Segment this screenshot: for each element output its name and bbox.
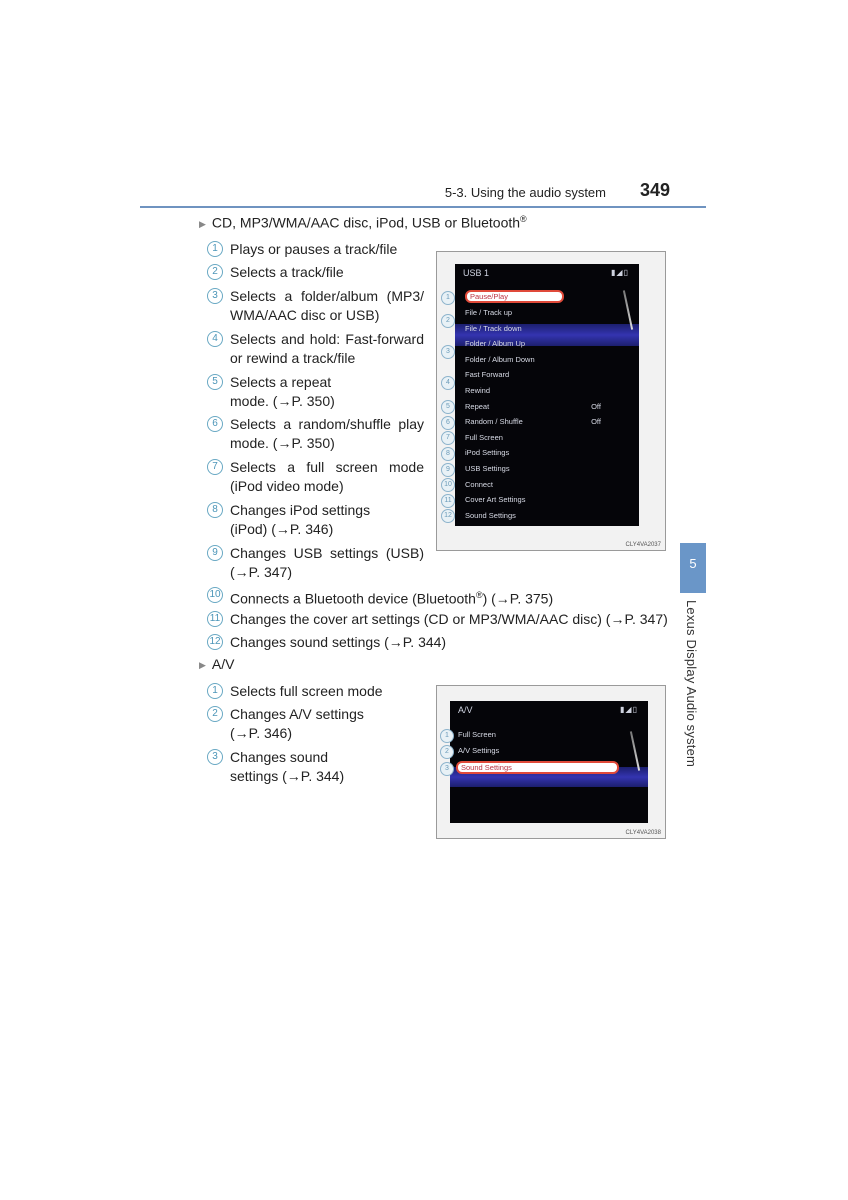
page-number: 349 — [639, 180, 670, 200]
callout-marker: 12 — [441, 509, 455, 523]
row-label: Random / Shuffle — [465, 417, 523, 426]
callout-marker: 3 — [441, 345, 455, 359]
item-text: Selects full screen mode — [230, 683, 383, 699]
item-text: Selects a folder/album (MP3/ WMA/AAC dis… — [230, 288, 424, 323]
item-text: Selects a track/file — [230, 264, 344, 280]
menu-item-ipod-settings[interactable]: iPod Settings — [465, 445, 509, 460]
heading-text: A/V — [211, 656, 235, 672]
av-screen: A/V ▮◢▯ Full Screen A/V Settings Sound S… — [450, 701, 648, 823]
callout-marker: 7 — [441, 431, 455, 445]
figure-code: CLY4VA2037 — [625, 542, 661, 548]
menu-item-folder-down[interactable]: Folder / Album Down — [465, 352, 535, 367]
menu-item-rewind[interactable]: Rewind — [465, 383, 490, 398]
item-text: Changes A/V settings (→P. 346) — [230, 706, 364, 741]
item-text: Changes USB settings (USB) (→P. 347) — [230, 545, 424, 580]
menu-item-full-screen[interactable]: Full Screen — [458, 727, 496, 742]
callout-marker: 10 — [441, 478, 455, 492]
item-text-a: Connects a Bluetooth device (Bluetooth — [230, 590, 476, 607]
circled-number: 12 — [207, 634, 223, 650]
callout-marker: 2 — [441, 314, 455, 328]
menu-item-pause-play[interactable]: Pause/Play — [465, 290, 564, 303]
circled-number: 1 — [207, 683, 223, 699]
circled-number: 2 — [207, 706, 223, 722]
circled-number: 5 — [207, 374, 223, 390]
item-text: Selects a random/shuffle play mode. (→P.… — [230, 416, 424, 451]
callout-marker: 6 — [441, 416, 455, 430]
screen-title: A/V — [458, 705, 473, 715]
item-text: Connects a Bluetooth device (Bluetooth®)… — [230, 586, 680, 609]
screen-title: USB 1 — [463, 268, 490, 278]
callout-marker: 2 — [440, 745, 454, 759]
menu-item-connect[interactable]: Connect — [465, 477, 493, 492]
figure-code: CLY4VA2038 — [625, 830, 661, 836]
circled-number: 8 — [207, 502, 223, 518]
menu-item-sound-settings[interactable]: Sound Settings — [456, 761, 619, 774]
item-text: Changes the cover art settings (CD or MP… — [230, 611, 668, 627]
header-divider — [140, 206, 706, 208]
usb-screen-figure: USB 1 ▮◢▯ Pause/Play File / Track up Fil… — [436, 251, 666, 551]
circled-number: 3 — [207, 749, 223, 765]
av-screen-figure: A/V ▮◢▯ Full Screen A/V Settings Sound S… — [436, 685, 666, 839]
section-heading-media: ▶ CD, MP3/WMA/AAC disc, iPod, USB or Blue… — [199, 214, 527, 231]
item-text: Selects and hold: Fast-forward or rewind… — [230, 331, 424, 366]
circled-number: 7 — [207, 459, 223, 475]
circled-number: 6 — [207, 416, 223, 432]
audio-screen: USB 1 ▮◢▯ Pause/Play File / Track up Fil… — [455, 264, 639, 526]
item-text: Changes iPod settings (iPod) (→P. 346) — [230, 502, 371, 537]
callout-marker: 4 — [441, 376, 455, 390]
menu-item-fast-forward[interactable]: Fast Forward — [465, 367, 509, 382]
chapter-title: Lexus Display Audio system — [684, 600, 699, 768]
section-title: 5-3. Using the audio system — [444, 185, 606, 200]
callout-marker: 1 — [440, 729, 454, 743]
item-text: Plays or pauses a track/file — [230, 241, 398, 257]
callout-marker: 11 — [441, 494, 455, 508]
callout-marker: 8 — [441, 447, 455, 461]
triangle-bullet-icon: ▶ — [199, 218, 206, 229]
heading-text: CD, MP3/WMA/AAC disc, iPod, USB or Bluet… — [211, 214, 521, 231]
chapter-tab: 5 — [680, 543, 706, 593]
item-text: Changes sound settings (→P. 344) — [230, 749, 345, 784]
circled-number: 4 — [207, 331, 223, 347]
status-icons: ▮◢▯ — [611, 268, 629, 277]
circled-number: 3 — [207, 288, 223, 304]
item-text: Changes sound settings (→P. 344) — [230, 634, 447, 650]
menu-item-random[interactable]: Random / Shuffle Off — [465, 414, 635, 429]
item-text-b: ) (→P. 375) — [482, 590, 554, 607]
circled-number: 10 — [207, 587, 223, 603]
item-text: Selects a full screen mode (iPod video m… — [230, 459, 424, 494]
menu-item-cover-art[interactable]: Cover Art Settings — [465, 492, 525, 507]
registered-mark: ® — [520, 214, 527, 224]
row-label: Repeat — [465, 402, 490, 411]
circled-number: 1 — [207, 241, 223, 257]
triangle-bullet-icon: ▶ — [199, 660, 206, 670]
page-header: 5-3. Using the audio system 349 — [140, 180, 706, 206]
menu-item-usb-settings[interactable]: USB Settings — [465, 461, 510, 476]
menu-item-track-up[interactable]: File / Track up — [465, 305, 512, 320]
menu-item-av-settings[interactable]: A/V Settings — [458, 743, 499, 758]
callout-marker: 3 — [440, 762, 454, 776]
menu-item-repeat[interactable]: Repeat Off — [465, 399, 635, 414]
repeat-value: Off — [591, 402, 601, 411]
registered-mark: ® — [475, 590, 483, 600]
menu-item-folder-up[interactable]: Folder / Album Up — [465, 336, 525, 351]
scroll-indicator[interactable] — [629, 731, 641, 771]
circled-number: 2 — [207, 264, 223, 280]
section-heading-av: ▶ A/V — [199, 656, 235, 672]
circled-number: 11 — [207, 611, 223, 627]
callout-marker: 5 — [441, 400, 455, 414]
callout-marker: 1 — [441, 291, 455, 305]
circled-number: 9 — [207, 545, 223, 561]
callout-marker: 9 — [441, 463, 455, 477]
menu-item-track-down[interactable]: File / Track down — [465, 321, 522, 336]
menu-item-sound-settings[interactable]: Sound Settings — [465, 508, 516, 523]
menu-item-full-screen[interactable]: Full Screen — [465, 430, 503, 445]
status-icons: ▮◢▯ — [620, 705, 638, 714]
item-text: Selects a repeat mode. (→P. 350) — [230, 374, 335, 409]
random-value: Off — [591, 417, 601, 426]
